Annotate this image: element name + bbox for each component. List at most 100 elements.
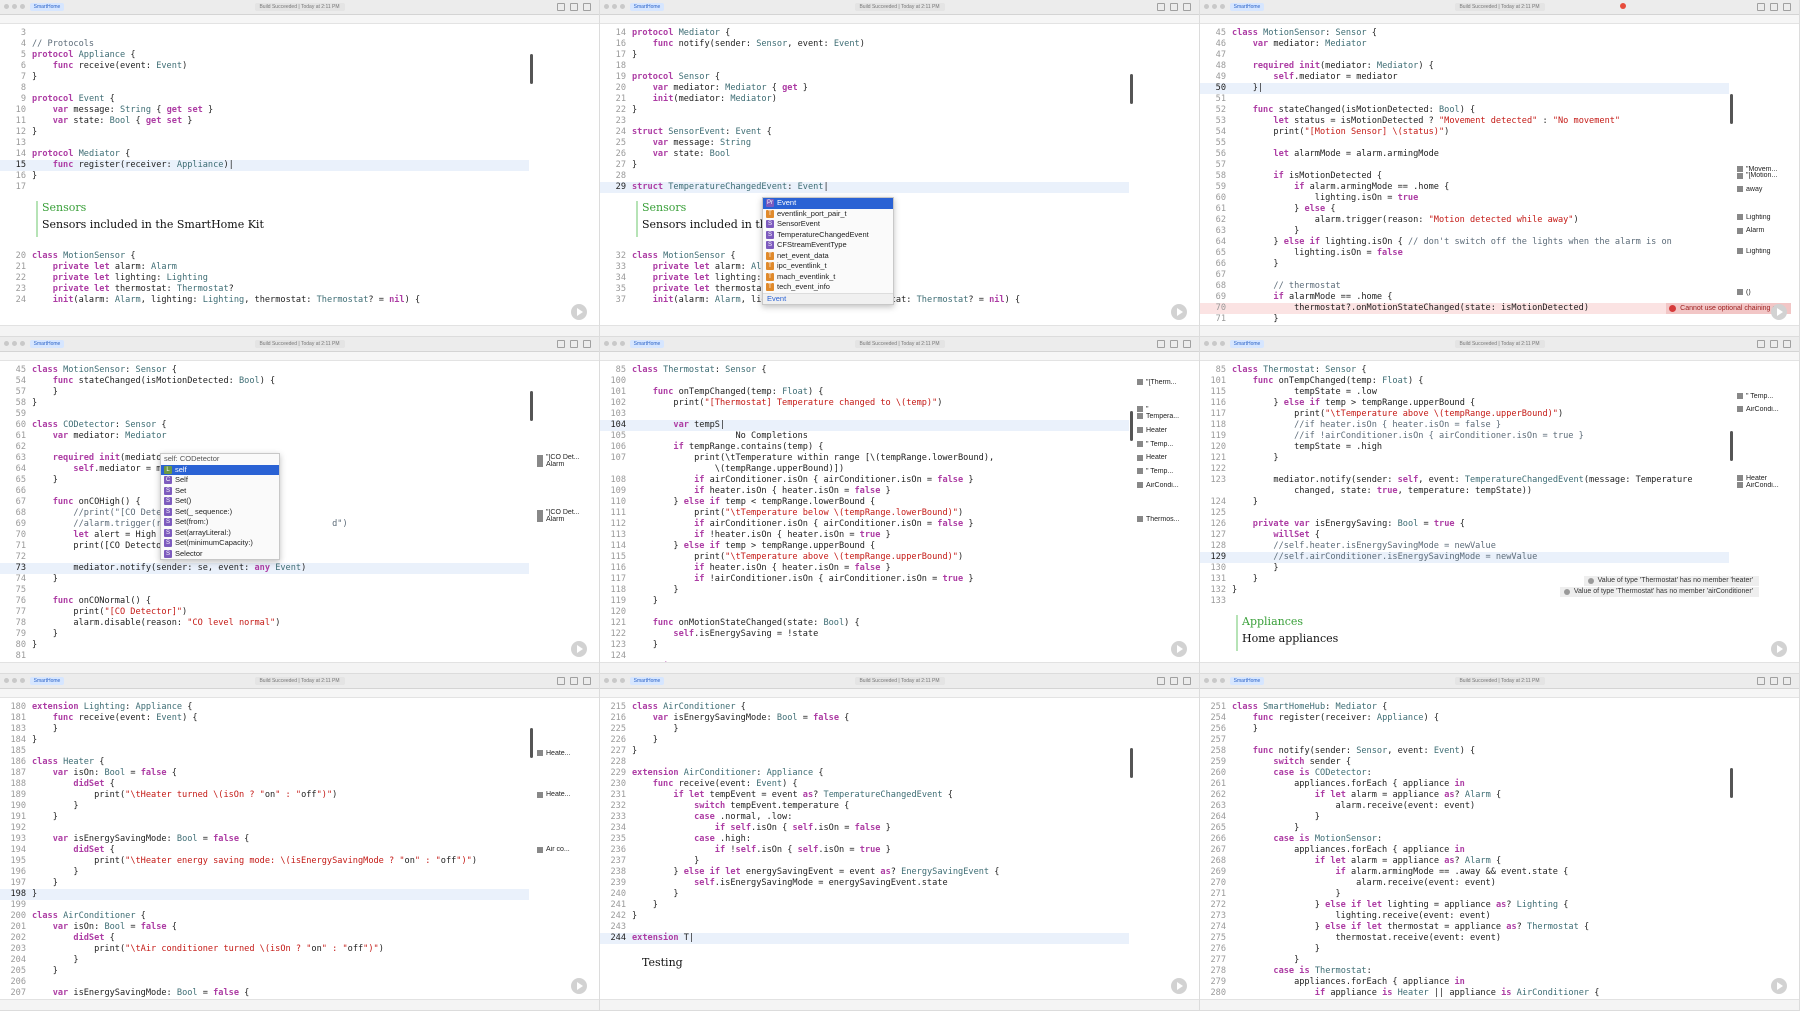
run-playground-button[interactable] [1171,978,1187,994]
library-icon[interactable] [1757,340,1765,348]
code-line[interactable]: 273 lighting.receive(event: event) [1200,911,1729,922]
code-line[interactable]: 126 private var isEnergySaving: Bool = t… [1200,519,1729,530]
scheme-selector[interactable]: SmartHome [630,677,664,685]
code-editor[interactable]: 14 protocol Mediator {16 func notify(send… [600,24,1199,326]
code-line[interactable]: 8 [0,83,529,94]
completion-item[interactable]: S Set() [161,496,279,507]
code-line[interactable]: 22} [600,105,1129,116]
code-line[interactable]: 45 class MotionSensor: Sensor { [1200,28,1729,39]
code-line[interactable]: 55 [1200,138,1729,149]
code-line[interactable]: 23 [600,116,1129,127]
jump-bar[interactable] [0,352,599,361]
code-line[interactable]: 24 struct SensorEvent: Event { [600,127,1129,138]
result-sidebar-item[interactable]: Thermos... [1135,516,1199,526]
split-editor-icon[interactable] [1770,3,1778,11]
code-line[interactable]: 27} [600,160,1129,171]
result-sidebar-item[interactable]: Air co... [535,846,599,856]
code-line[interactable]: 19 protocol Sensor { [600,72,1129,83]
code-line[interactable]: 115 print("\tTemperature above \(tempRan… [600,552,1129,563]
code-line[interactable]: 261 appliances.forEach { appliance in [1200,779,1729,790]
code-line[interactable]: 242} [600,911,1129,922]
code-line[interactable]: 70 thermostat?.onMotionStateChanged(stat… [1200,303,1729,314]
split-editor-icon[interactable] [1170,677,1178,685]
code-line[interactable]: 115 tempState = .low [1200,387,1729,398]
vertical-scrollbar[interactable] [1730,768,1733,798]
code-line[interactable]: 130 } [1200,563,1729,574]
code-line[interactable]: 12} [0,127,529,138]
scheme-selector[interactable]: SmartHome [30,340,64,348]
split-editor-icon[interactable] [1170,340,1178,348]
code-line[interactable]: 237 } [600,856,1129,867]
code-editor[interactable]: 251 class SmartHomeHub: Mediator {254 fun… [1200,698,1799,1000]
code-line[interactable]: 271 } [1200,889,1729,900]
code-line[interactable]: 201 var isOn: Bool = false { [0,922,529,933]
code-line[interactable]: 279 appliances.forEach { appliance in [1200,977,1729,988]
code-line[interactable]: 204 } [0,955,529,966]
code-line[interactable]: 196 } [0,867,529,878]
code-line[interactable]: 101 func onTempChanged(temp: Float) { [600,387,1129,398]
code-line[interactable]: 79 } [0,629,529,640]
run-playground-button[interactable] [1171,304,1187,320]
result-sidebar-item[interactable]: Heate... [535,750,599,760]
completion-item[interactable]: C Self [161,475,279,486]
code-line[interactable]: 241 } [600,900,1129,911]
code-line[interactable]: 56 let alarmMode = alarm.armingMode [1200,149,1729,160]
code-line[interactable]: 225 } [600,724,1129,735]
vertical-scrollbar[interactable] [1730,431,1733,461]
code-line[interactable]: 64 } else if lighting.isOn { // don't sw… [1200,237,1729,248]
code-line[interactable]: 113 if !heater.isOn { heater.isOn = true… [600,530,1129,541]
toolbar-icons[interactable] [1757,677,1791,685]
result-sidebar-item[interactable]: () [1735,289,1799,299]
code-line[interactable]: 68 // thermostat [1200,281,1729,292]
library-icon[interactable] [1157,677,1165,685]
vertical-scrollbar[interactable] [1130,74,1133,104]
code-line[interactable]: 119 } [600,596,1129,607]
code-editor[interactable]: 85 class Thermostat: Sensor {101 func onT… [1200,361,1799,663]
code-line[interactable]: 267 appliances.forEach { appliance in [1200,845,1729,856]
code-line[interactable]: 3 [0,28,529,39]
code-line[interactable]: 103 [600,409,1129,420]
code-line[interactable]: 62 alarm.trigger(reason: "Motion detecte… [1200,215,1729,226]
vertical-scrollbar[interactable] [1130,411,1133,441]
result-sidebar-item[interactable]: Heate... [535,791,599,801]
toolbar-icons[interactable] [1757,340,1791,348]
code-line[interactable]: 184} [0,735,529,746]
code-line[interactable]: 61 } else { [1200,204,1729,215]
code-editor[interactable]: 45 class MotionSensor: Sensor {46 var med… [1200,24,1799,326]
code-line[interactable]: 235 case .high: [600,834,1129,845]
completion-item[interactable]: S Set(_ sequence:) [161,507,279,518]
code-line[interactable]: 57 } [0,387,529,398]
result-sidebar-item[interactable]: " Temp... [1135,468,1199,478]
jump-bar[interactable] [0,689,599,698]
code-line[interactable]: 80} [0,640,529,651]
code-line[interactable]: 52 func stateChanged(isMotionDetected: B… [1200,105,1729,116]
code-line[interactable]: 187 var isOn: Bool = false { [0,768,529,779]
code-line[interactable]: 226 } [600,735,1129,746]
code-line[interactable]: 127 willSet { [1200,530,1729,541]
code-line[interactable]: 76 func onCONormal() { [0,596,529,607]
code-line[interactable]: 60 lighting.isOn = true [1200,193,1729,204]
code-line[interactable]: 125 [1200,508,1729,519]
code-line[interactable]: 195 print("\tHeater energy saving mode: … [0,856,529,867]
code-line[interactable]: 63 } [1200,226,1729,237]
jump-bar[interactable] [0,15,599,24]
result-sidebar-item[interactable]: AirCondi... [1735,482,1799,492]
code-line[interactable]: 268 if let alarm = appliance as? Alarm { [1200,856,1729,867]
split-editor-icon[interactable] [1770,677,1778,685]
result-sidebar-item[interactable]: "[Motion... [1735,172,1799,182]
scheme-selector[interactable]: SmartHome [1230,677,1264,685]
result-sidebar-item[interactable]: Heater [1135,454,1199,464]
toolbar-icons[interactable] [557,677,591,685]
vertical-scrollbar[interactable] [530,728,533,758]
code-line[interactable]: 234 if self.isOn { self.isOn = false } [600,823,1129,834]
code-line[interactable]: 128 //self.heater.isEnergySavingMode = n… [1200,541,1729,552]
code-line[interactable]: 116 if heater.isOn { heater.isOn = false… [600,563,1129,574]
code-line[interactable]: 62 [0,442,529,453]
run-playground-button[interactable] [1771,304,1787,320]
code-line[interactable]: 85 class Thermostat: Sensor { [1200,365,1729,376]
code-line[interactable]: 133 [1200,596,1729,607]
code-line[interactable]: 230 func receive(event: Event) { [600,779,1129,790]
code-line[interactable]: 45 class MotionSensor: Sensor { [0,365,529,376]
code-line[interactable]: 186 class Heater { [0,757,529,768]
code-line[interactable]: 275 thermostat.receive(event: event) [1200,933,1729,944]
